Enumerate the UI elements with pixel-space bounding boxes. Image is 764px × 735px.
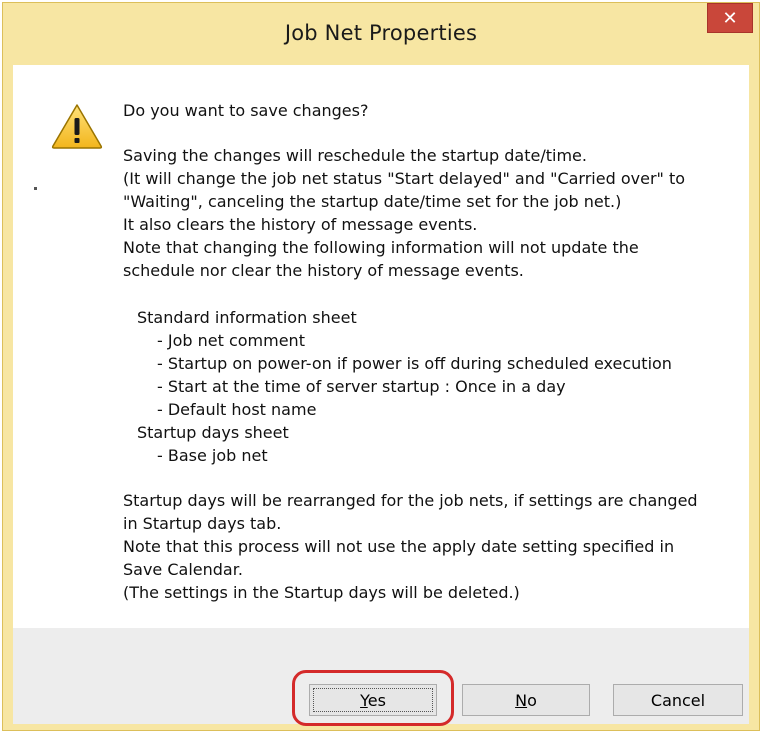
sheet-item: - Base job net bbox=[157, 446, 268, 465]
message-line: in Startup days tab. bbox=[123, 514, 282, 533]
cancel-button[interactable]: Cancel bbox=[613, 684, 743, 716]
message-line: It also clears the history of message ev… bbox=[123, 215, 478, 234]
no-label: No bbox=[515, 691, 537, 710]
sheet-item: - Job net comment bbox=[157, 331, 305, 350]
message-line: (The settings in the Startup days will b… bbox=[123, 583, 520, 602]
message-line: Saving the changes will reschedule the s… bbox=[123, 146, 587, 165]
message-area: Do you want to save changes? Saving the … bbox=[13, 65, 749, 628]
sheet-heading: Standard information sheet bbox=[137, 308, 357, 327]
sheet-item: - Default host name bbox=[157, 400, 317, 419]
cancel-label: Cancel bbox=[650, 690, 706, 710]
message-line: (It will change the job net status "Star… bbox=[123, 169, 686, 188]
window-title: Job Net Properties bbox=[284, 21, 478, 45]
no-mnemonic: N bbox=[515, 690, 528, 710]
no-label-rest: o bbox=[527, 690, 537, 710]
message-line: Save Calendar. bbox=[123, 560, 243, 579]
message-line: schedule nor clear the history of messag… bbox=[123, 261, 524, 280]
message-text: Do you want to save changes? Saving the … bbox=[123, 99, 743, 604]
message-line: Note that this process will not use the … bbox=[123, 537, 675, 556]
message-line: "Waiting", canceling the startup date/ti… bbox=[123, 192, 622, 211]
yes-button[interactable]: Yes bbox=[309, 684, 437, 716]
sheet-item: - Startup on power-on if power is off du… bbox=[157, 354, 672, 373]
question-text: Do you want to save changes? bbox=[123, 101, 369, 120]
message-line: Note that changing the following informa… bbox=[123, 238, 639, 257]
close-icon: ✕ bbox=[722, 7, 738, 29]
title-bar[interactable]: Job Net Properties ✕ bbox=[3, 3, 759, 65]
button-bar: Yes No Cancel bbox=[13, 628, 749, 726]
close-button[interactable]: ✕ bbox=[707, 3, 753, 33]
stray-dot bbox=[34, 187, 37, 190]
no-button[interactable]: No bbox=[462, 684, 590, 716]
warning-icon bbox=[51, 104, 103, 149]
dialog-window: Job Net Properties ✕ Do you want to save… bbox=[2, 2, 760, 731]
message-line: Startup days will be rearranged for the … bbox=[123, 491, 698, 510]
sheet-item: - Start at the time of server startup : … bbox=[157, 377, 566, 396]
focus-rectangle bbox=[313, 688, 433, 712]
sheet-heading: Startup days sheet bbox=[137, 423, 289, 442]
